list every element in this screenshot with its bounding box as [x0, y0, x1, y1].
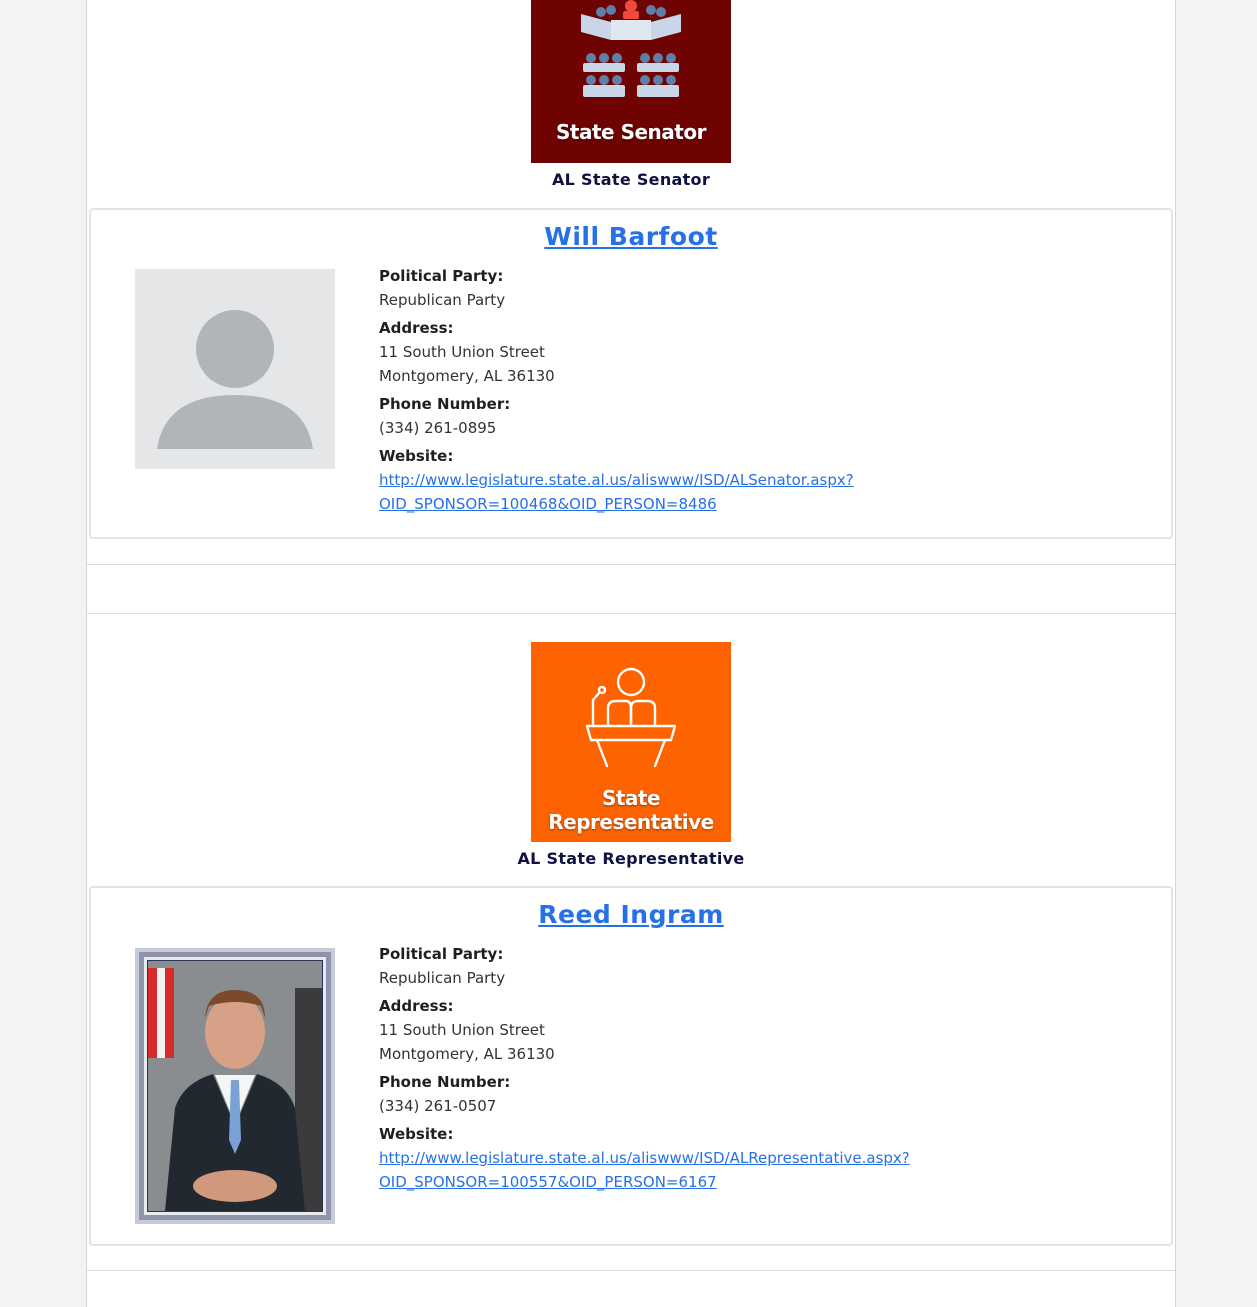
party-value: Republican Party [379, 291, 506, 309]
badge-title-line2: Representative [548, 810, 714, 834]
official-details: Political Party: Republican Party Addres… [379, 942, 910, 1194]
senator-section: State Senator AL State Senator Will Barf… [87, 0, 1175, 565]
phone-value: (334) 261-0895 [379, 419, 497, 437]
official-name-link[interactable]: Reed Ingram [91, 900, 1171, 929]
party-label: Political Party: [379, 267, 504, 285]
default-avatar-icon [135, 269, 335, 469]
address-line1: 11 South Union Street [379, 1021, 545, 1039]
address-line2: Montgomery, AL 36130 [379, 367, 555, 385]
representative-section: State Representative AL State Representa… [87, 613, 1175, 1271]
official-details: Political Party: Republican Party Addres… [379, 264, 854, 516]
podium-speaker-icon [585, 667, 677, 768]
address-line1: 11 South Union Street [379, 343, 545, 361]
badge-title: State Senator [556, 120, 706, 144]
party-value: Republican Party [379, 969, 506, 987]
address-label: Address: [379, 997, 454, 1015]
officials-page: State Senator AL State Senator Will Barf… [86, 0, 1176, 1307]
official-name-link[interactable]: Will Barfoot [91, 222, 1171, 251]
senate-chamber-icon [581, 0, 681, 97]
phone-value: (334) 261-0507 [379, 1097, 497, 1115]
office-caption: AL State Senator [551, 170, 711, 189]
website-link-line2[interactable]: OID_SPONSOR=100557&OID_PERSON=6167 [379, 1170, 910, 1194]
phone-label: Phone Number: [379, 1073, 511, 1091]
party-label: Political Party: [379, 945, 504, 963]
official-card: Will Barfoot Political Party: Republican… [89, 208, 1173, 539]
state-senator-badge: State Senator [531, 0, 731, 163]
website-link-line1[interactable]: http://www.legislature.state.al.us/alisw… [379, 468, 854, 492]
official-portrait-photo [135, 948, 335, 1224]
address-line2: Montgomery, AL 36130 [379, 1045, 555, 1063]
badge-title-line1: State [601, 786, 661, 810]
phone-label: Phone Number: [379, 395, 511, 413]
address-label: Address: [379, 319, 454, 337]
website-link-line2[interactable]: OID_SPONSOR=100468&OID_PERSON=8486 [379, 492, 854, 516]
website-label: Website: [379, 1125, 454, 1143]
office-caption: AL State Representative [517, 849, 745, 868]
state-representative-badge: State Representative [531, 642, 731, 842]
website-link-line1[interactable]: http://www.legislature.state.al.us/alisw… [379, 1146, 910, 1170]
official-card: Reed Ingram Political Party: Republican … [89, 886, 1173, 1246]
website-label: Website: [379, 447, 454, 465]
